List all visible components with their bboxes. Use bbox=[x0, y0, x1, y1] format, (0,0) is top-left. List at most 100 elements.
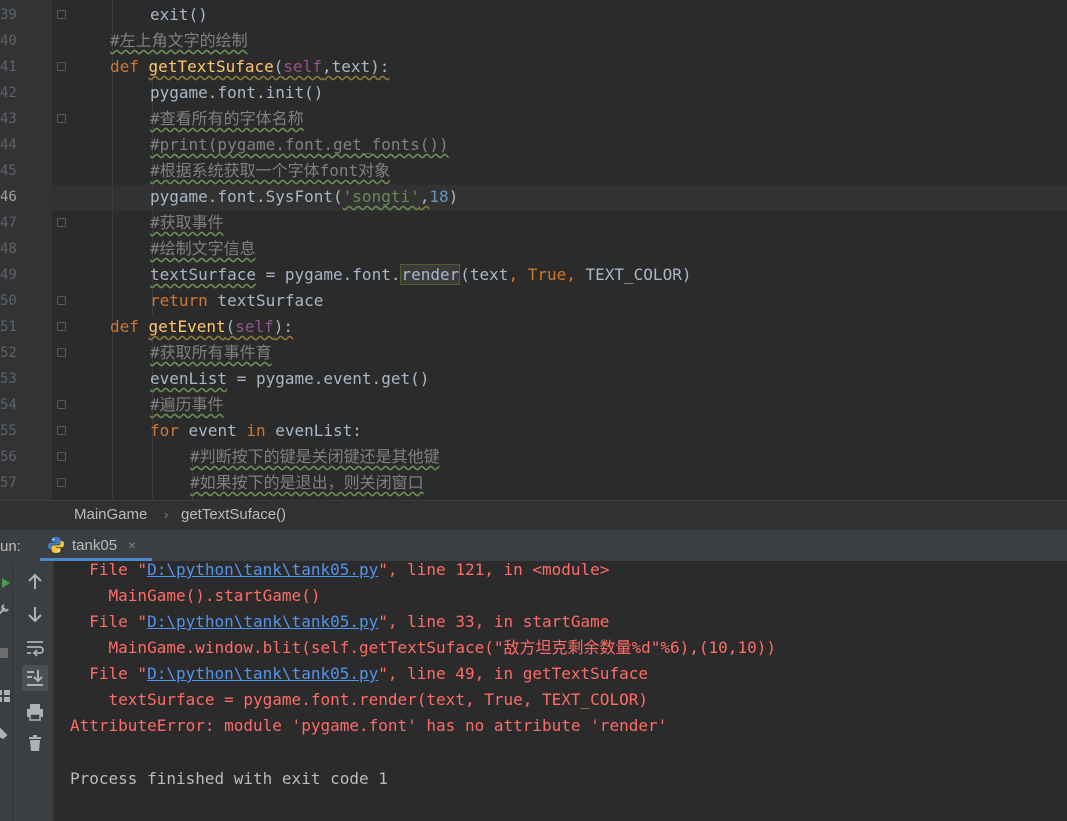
arrow-up-icon[interactable] bbox=[24, 571, 46, 593]
code-text: evenList: bbox=[265, 421, 362, 440]
self-keyword: self bbox=[235, 317, 274, 336]
console-line: textSurface = pygame.font.render(text, T… bbox=[70, 690, 648, 709]
console-line: File "D:\python\tank\tank05.py", line 49… bbox=[70, 661, 648, 687]
code-line-45[interactable]: #根据系统获取一个字体font对象 bbox=[150, 158, 390, 184]
fold-marker-icon[interactable] bbox=[57, 426, 66, 435]
code-line-53[interactable]: evenList = pygame.event.get() bbox=[150, 366, 429, 392]
fold-marker-icon[interactable] bbox=[57, 348, 66, 357]
layout-icon[interactable] bbox=[0, 685, 14, 707]
stop-icon[interactable] bbox=[0, 642, 14, 664]
fold-marker-icon[interactable] bbox=[57, 400, 66, 409]
console-output[interactable]: File "D:\python\tank\tank05.py", line 12… bbox=[54, 560, 1067, 821]
highlighted-symbol: render bbox=[400, 264, 461, 285]
code-line-48[interactable]: #绘制文字信息 bbox=[150, 236, 256, 262]
print-icon[interactable] bbox=[24, 701, 46, 723]
line-number: 54 bbox=[0, 397, 17, 413]
line-number: 52 bbox=[0, 345, 17, 361]
code-text: ) bbox=[448, 187, 459, 206]
code-line-39[interactable]: exit() bbox=[150, 2, 208, 28]
line-number: 41 bbox=[0, 59, 17, 75]
fold-marker-icon[interactable] bbox=[57, 114, 66, 123]
number-literal: 18 bbox=[429, 187, 449, 206]
line-number: 43 bbox=[0, 111, 17, 127]
code-text: ,text): bbox=[321, 57, 390, 76]
file-link[interactable]: D:\python\tank\tank05.py bbox=[147, 560, 378, 579]
code-text: (text bbox=[460, 265, 509, 284]
comment-text: #print(pygame.font.get_fonts()) bbox=[150, 135, 449, 154]
pin-icon[interactable] bbox=[0, 724, 14, 746]
scroll-to-end-button[interactable] bbox=[22, 665, 48, 691]
console-text: File " bbox=[70, 560, 148, 579]
file-link[interactable]: D:\python\tank\tank05.py bbox=[147, 612, 378, 631]
fold-marker-icon[interactable] bbox=[57, 322, 66, 331]
fold-marker-icon[interactable] bbox=[57, 218, 66, 227]
line-number: 56 bbox=[0, 449, 17, 465]
code-text: = pygame.event.get() bbox=[227, 369, 430, 388]
run-label: un: bbox=[0, 538, 21, 555]
code-text: pygame.font.SysFont( bbox=[150, 187, 343, 206]
fold-marker-icon[interactable] bbox=[57, 10, 66, 19]
code-text: exit() bbox=[150, 5, 208, 24]
breadcrumb: MainGame › getTextSuface() bbox=[0, 500, 1067, 529]
wrench-icon[interactable] bbox=[0, 599, 14, 621]
console-line: MainGame().startGame() bbox=[70, 586, 321, 605]
fold-marker-icon[interactable] bbox=[57, 452, 66, 461]
comment-text: #获取事件 bbox=[150, 213, 224, 232]
code-line-44[interactable]: #print(pygame.font.get_fonts()) bbox=[150, 132, 449, 158]
code-text: TEXT_COLOR) bbox=[585, 265, 692, 284]
code-text: textSurface bbox=[207, 291, 324, 310]
comment-text: #根据系统获取一个字体font对象 bbox=[150, 161, 391, 180]
code-line-42[interactable]: pygame.font.init() bbox=[150, 80, 323, 106]
code-line-51[interactable]: def getEvent(self): bbox=[110, 314, 293, 340]
code-line-54[interactable]: #遍历事件 bbox=[150, 392, 224, 418]
line-number-gutter[interactable]: 39 40 41 42 43 44 45 46 47 48 49 50 51 5… bbox=[0, 0, 52, 500]
code-line-41[interactable]: def getTextSuface(self,text): bbox=[110, 54, 389, 80]
fold-marker-icon[interactable] bbox=[57, 62, 66, 71]
keyword: for bbox=[150, 421, 179, 440]
comment-text: #如果按下的是退出，则关闭窗口 bbox=[190, 473, 424, 492]
line-number: 49 bbox=[0, 267, 17, 283]
close-icon[interactable]: × bbox=[128, 537, 136, 553]
comment-text: #获取所有事件育 bbox=[150, 343, 272, 362]
console-text: ", line 49, in getTextSuface bbox=[378, 664, 648, 683]
line-number: 57 bbox=[0, 475, 17, 491]
code-editor[interactable]: 39 40 41 42 43 44 45 46 47 48 49 50 51 5… bbox=[0, 0, 1067, 500]
code-text: event bbox=[178, 421, 247, 440]
run-toolbar bbox=[13, 561, 54, 821]
code-line-57[interactable]: #如果按下的是退出，则关闭窗口 bbox=[190, 470, 424, 496]
code-line-47[interactable]: #获取事件 bbox=[150, 210, 224, 236]
tab-label: tank05 bbox=[72, 537, 118, 554]
run-side-strip bbox=[0, 561, 13, 821]
code-line-49[interactable]: textSurface = pygame.font.render(text, T… bbox=[150, 262, 691, 288]
code-line-56[interactable]: #判断按下的键是关闭键还是其他键 bbox=[190, 444, 440, 470]
trash-icon[interactable] bbox=[24, 732, 46, 754]
code-line-50[interactable]: return textSurface bbox=[150, 288, 323, 314]
line-number: 39 bbox=[0, 7, 17, 23]
console-line: MainGame.window.blit(self.getTextSuface(… bbox=[70, 638, 776, 657]
code-line-40[interactable]: #左上角文字的绘制 bbox=[110, 28, 248, 54]
console-text: ", line 33, in startGame bbox=[378, 612, 610, 631]
console-text: File " bbox=[70, 612, 148, 631]
breadcrumb-item-class[interactable]: MainGame bbox=[74, 506, 147, 523]
code-line-43[interactable]: #查看所有的字体名称 bbox=[150, 106, 304, 132]
breadcrumb-item-method[interactable]: getTextSuface() bbox=[181, 506, 286, 523]
fold-marker-icon[interactable] bbox=[57, 296, 66, 305]
line-number: 53 bbox=[0, 371, 17, 387]
comment-text: #左上角文字的绘制 bbox=[110, 31, 248, 50]
console-text: File " bbox=[70, 664, 148, 683]
exit-status-line: Process finished with exit code 1 bbox=[70, 769, 388, 788]
arrow-down-icon[interactable] bbox=[24, 603, 46, 625]
code-text: ): bbox=[273, 317, 294, 336]
code-line-55[interactable]: for event in evenList: bbox=[150, 418, 362, 444]
keyword: def bbox=[110, 57, 139, 76]
soft-wrap-icon[interactable] bbox=[24, 636, 46, 658]
file-link[interactable]: D:\python\tank\tank05.py bbox=[147, 664, 378, 683]
code-text: , bbox=[508, 265, 528, 284]
line-number: 44 bbox=[0, 137, 17, 153]
code-text: ( bbox=[225, 317, 236, 336]
code-line-52[interactable]: #获取所有事件育 bbox=[150, 340, 272, 366]
line-number: 42 bbox=[0, 85, 17, 101]
code-line-46[interactable]: pygame.font.SysFont('songti',18) bbox=[150, 184, 458, 210]
comment-text: #遍历事件 bbox=[150, 395, 224, 414]
fold-marker-icon[interactable] bbox=[57, 478, 66, 487]
